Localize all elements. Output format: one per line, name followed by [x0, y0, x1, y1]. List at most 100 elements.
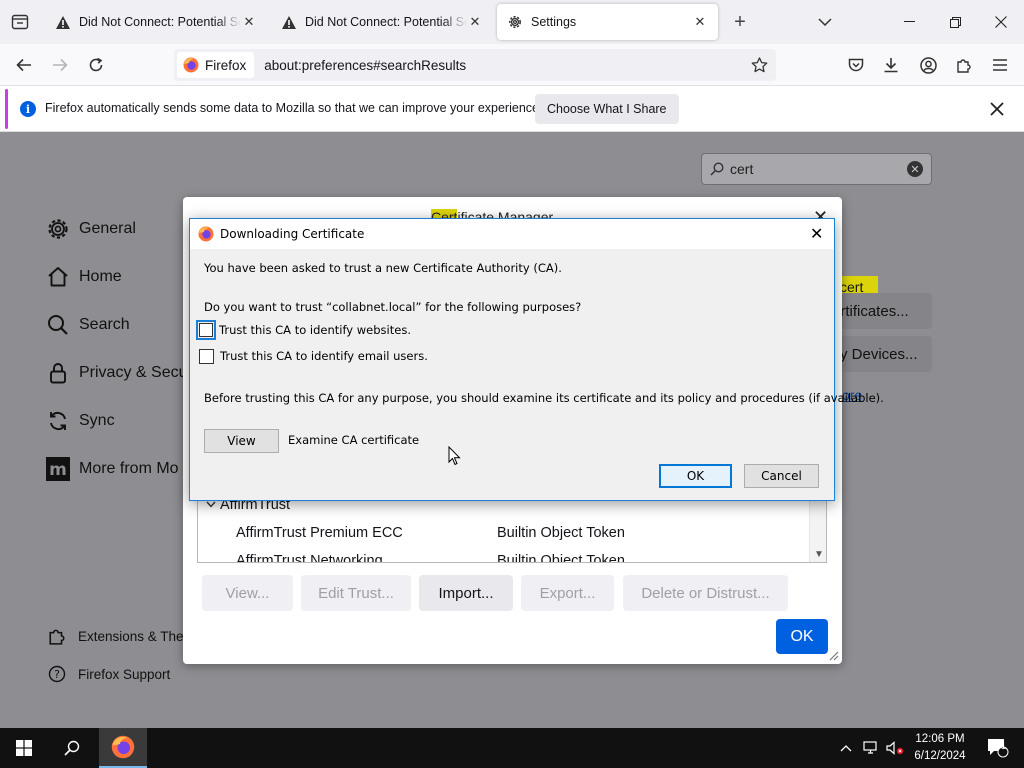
data-reporting-notification: i Firefox automatically sends some data …: [0, 86, 1024, 132]
svg-text:m: m: [49, 460, 67, 480]
start-button[interactable]: [0, 728, 48, 768]
settings-search-input[interactable]: cert ✕: [701, 153, 932, 185]
url-text[interactable]: about:preferences#searchResults: [264, 58, 744, 73]
extensions-themes-link[interactable]: Extensions & The: [48, 627, 184, 645]
category-label: Sync: [79, 412, 115, 429]
close-tab-icon[interactable]: ✕: [467, 14, 483, 30]
category-label: Search: [79, 316, 130, 333]
resize-grip-icon[interactable]: [827, 649, 839, 661]
arrow-right-icon: [53, 58, 68, 72]
cancel-button[interactable]: Cancel: [744, 464, 819, 488]
back-button[interactable]: [9, 50, 39, 80]
close-icon: [990, 102, 1004, 116]
downloading-certificate-dialog: Downloading Certificate ✕ You have been …: [189, 218, 884, 501]
close-icon: [995, 16, 1007, 28]
view-certificate-button[interactable]: View...: [202, 575, 293, 611]
gear-icon: [509, 16, 521, 28]
security-device: Builtin Object Token: [497, 524, 625, 541]
reload-button[interactable]: [81, 50, 111, 80]
tab-settings[interactable]: Settings ✕: [497, 4, 718, 40]
home-icon: [46, 265, 70, 289]
account-button[interactable]: [913, 50, 943, 80]
puzzle-icon: [48, 627, 66, 645]
close-window-button[interactable]: [978, 0, 1024, 44]
download-icon: [884, 58, 898, 73]
account-icon: [919, 56, 937, 74]
restore-button[interactable]: [932, 0, 978, 44]
close-icon[interactable]: ✕: [810, 224, 823, 243]
view-ca-certificate-button[interactable]: View: [204, 429, 279, 453]
checkbox-label[interactable]: Trust this CA to identify websites.: [219, 323, 411, 337]
scroll-down-arrow-icon[interactable]: ▼: [814, 549, 824, 560]
taskbar-clock[interactable]: 12:06 PM 6/12/2024: [906, 731, 974, 765]
arrow-left-icon: [16, 58, 31, 72]
close-tab-icon[interactable]: ✕: [692, 14, 708, 30]
close-notification-button[interactable]: [984, 96, 1010, 125]
certificate-tree[interactable]: AffirmTrust AffirmTrust Premium ECC Buil…: [197, 493, 827, 563]
reload-icon: [89, 57, 103, 72]
minimize-button[interactable]: [886, 0, 932, 44]
dialog-title: Downloading Certificate: [220, 227, 365, 241]
new-tab-button[interactable]: +: [726, 8, 754, 36]
action-center-button[interactable]: 1: [978, 728, 1018, 768]
firefox-logo-icon: [198, 226, 214, 242]
taskbar-search-button[interactable]: [48, 728, 96, 768]
forward-button[interactable]: [45, 50, 75, 80]
list-all-tabs-button[interactable]: [811, 8, 839, 36]
tab-did-not-connect-1[interactable]: Did Not Connect: Potential Security Issu…: [45, 4, 267, 40]
hamburger-menu-icon: [993, 59, 1007, 71]
certificate-manager-ok-button[interactable]: OK: [776, 619, 828, 654]
category-search[interactable]: Search: [46, 311, 130, 339]
firefox-logo-icon: [183, 57, 199, 73]
checkbox-box[interactable]: [199, 348, 214, 364]
table-row[interactable]: AffirmTrust Premium ECC Builtin Object T…: [198, 520, 810, 545]
bookmark-star-button[interactable]: [744, 50, 774, 80]
star-icon: [751, 57, 767, 73]
view-certificates-button[interactable]: ertificates...: [830, 293, 932, 329]
checkbox-box[interactable]: [196, 320, 216, 340]
security-devices-button[interactable]: y Devices...: [836, 336, 932, 372]
tab-title: Did Not Connect: Potential Security Issu…: [305, 15, 467, 29]
tab-did-not-connect-2[interactable]: Did Not Connect: Potential Security Issu…: [271, 4, 493, 40]
taskbar-firefox-button[interactable]: [99, 728, 147, 768]
restore-icon: [949, 16, 961, 28]
tree-scrollbar[interactable]: ▼: [809, 494, 826, 562]
extensions-button[interactable]: [949, 50, 979, 80]
pocket-button[interactable]: [841, 50, 871, 80]
downloads-button[interactable]: [876, 50, 906, 80]
table-row[interactable]: AffirmTrust Networking Builtin Object To…: [198, 548, 810, 563]
clear-search-icon[interactable]: ✕: [907, 161, 923, 177]
chevron-up-icon: [840, 744, 852, 751]
volume-button[interactable]: [884, 728, 906, 768]
navigation-toolbar: Firefox about:preferences#searchResults: [0, 44, 1024, 86]
firefox-support-link[interactable]: ? Firefox Support: [48, 665, 170, 683]
app-menu-button[interactable]: [985, 50, 1015, 80]
identity-label: Firefox: [205, 57, 247, 73]
delete-or-distrust-button[interactable]: Delete or Distrust...: [623, 575, 788, 611]
export-button[interactable]: Export...: [521, 575, 614, 611]
category-privacy-security[interactable]: Privacy & Secu: [46, 359, 187, 387]
lock-icon: [46, 361, 70, 385]
warning-text: Before trusting this CA for any purpose,…: [204, 391, 884, 405]
category-sync[interactable]: Sync: [46, 407, 115, 435]
trust-websites-checkbox[interactable]: Trust this CA to identify websites.: [196, 320, 411, 340]
category-more-from-mozilla[interactable]: m More from Mo: [46, 455, 179, 483]
trust-email-checkbox[interactable]: Trust this CA to identify email users.: [199, 346, 428, 366]
address-bar[interactable]: Firefox about:preferences#searchResults: [174, 49, 776, 81]
search-icon: [64, 740, 80, 756]
firefox-view-button[interactable]: [6, 8, 34, 36]
show-hidden-icons-button[interactable]: [836, 728, 856, 768]
chevron-down-icon: [818, 18, 832, 26]
pocket-icon: [848, 58, 864, 71]
checkbox-label[interactable]: Trust this CA to identify email users.: [220, 349, 428, 363]
identity-box[interactable]: Firefox: [177, 52, 255, 78]
import-button[interactable]: Import...: [419, 575, 513, 611]
network-status-button[interactable]: [860, 728, 882, 768]
category-home[interactable]: Home: [46, 263, 122, 291]
choose-what-i-share-button[interactable]: Choose What I Share: [535, 94, 679, 124]
close-tab-icon[interactable]: ✕: [241, 14, 257, 30]
search-input-value[interactable]: cert: [730, 161, 907, 177]
ok-button[interactable]: OK: [659, 464, 732, 488]
edit-trust-button[interactable]: Edit Trust...: [301, 575, 411, 611]
category-general[interactable]: General: [46, 215, 136, 243]
